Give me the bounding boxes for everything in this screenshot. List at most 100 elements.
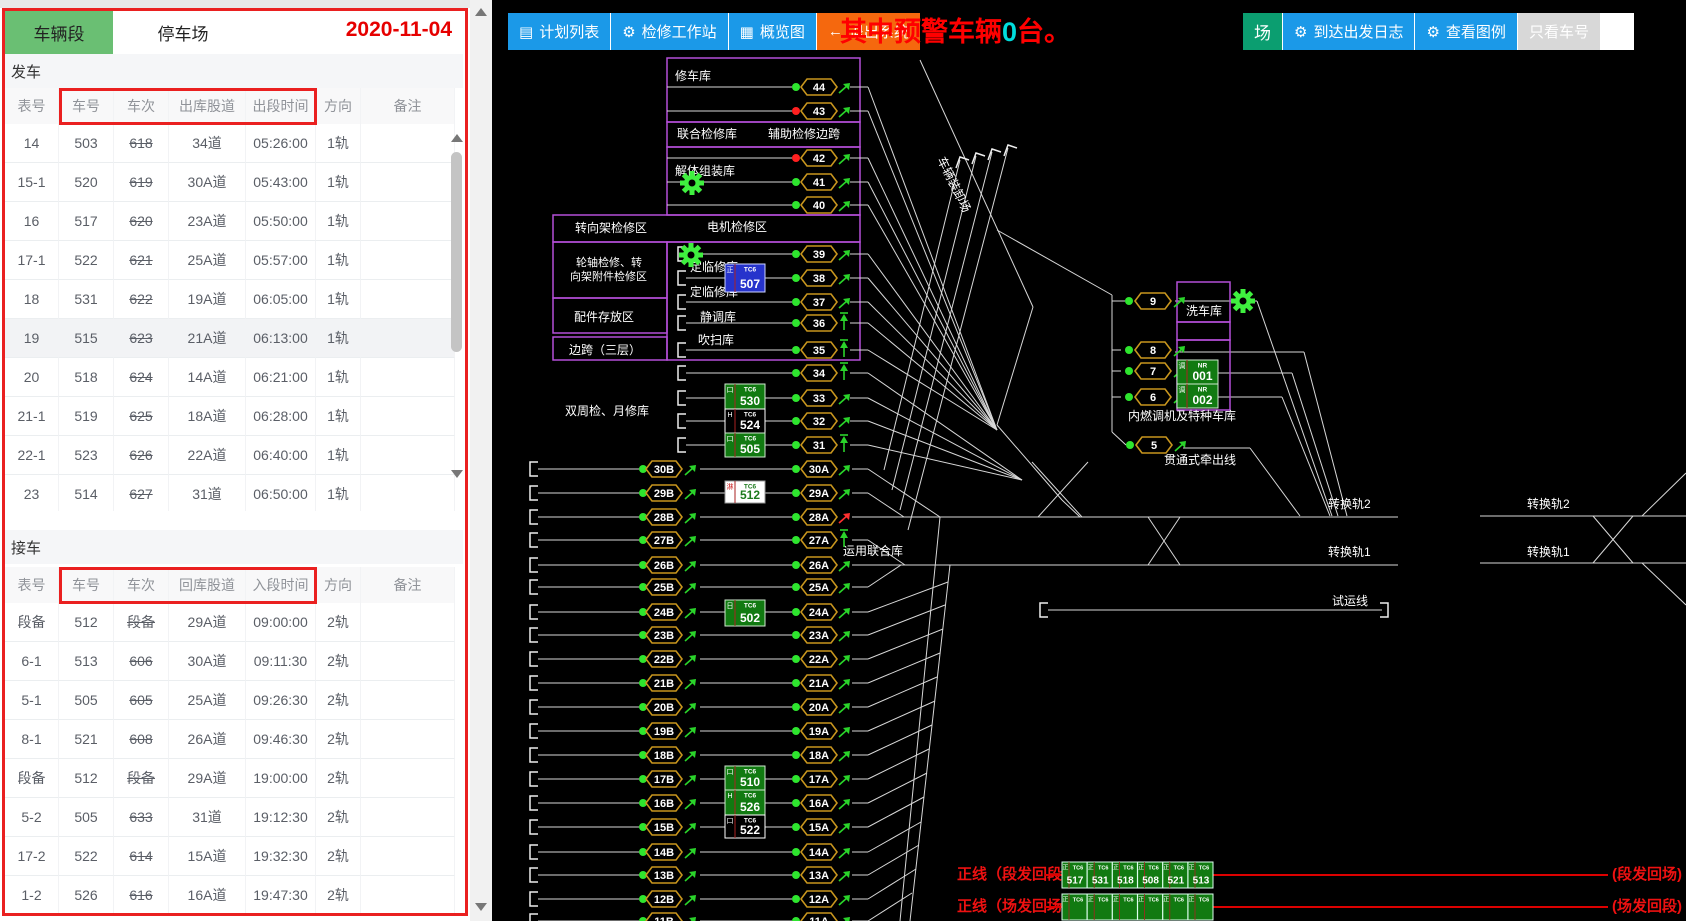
track-badge-22B[interactable]: 22B — [646, 651, 682, 667]
track-badge-24A[interactable]: 24A — [801, 604, 837, 620]
table-row[interactable]: 5-150560525A道09:26:302轨 — [5, 681, 455, 720]
button-检修工作站[interactable]: ⚙检修工作站 — [611, 13, 727, 50]
track-badge-13B[interactable]: 13B — [646, 867, 682, 883]
table-row[interactable]: 1651762023A道05:50:001轨 — [5, 202, 455, 241]
button-场[interactable]: 场 — [1243, 13, 1282, 50]
table-row[interactable]: 21-151962518A道06:28:001轨 — [5, 397, 455, 436]
track-badge-11A[interactable]: 11A — [801, 913, 837, 921]
scroll-up-icon[interactable] — [451, 134, 463, 142]
train-box-001[interactable]: 调NR001 — [1177, 360, 1218, 384]
train-box-507[interactable]: 正TC6507 — [725, 264, 765, 292]
train-box-512[interactable]: 淋TC6512 — [725, 481, 765, 503]
table-row[interactable]: 1951562321A道06:13:001轨 — [5, 319, 455, 358]
train-box-530[interactable]: 口TC6530 — [725, 384, 765, 409]
table-row[interactable]: 1450361834道05:26:001轨 — [5, 124, 455, 163]
track-badge-20B[interactable]: 20B — [646, 699, 682, 715]
track-badge-26B[interactable]: 26B — [646, 557, 682, 573]
table-row[interactable]: 6-151360630A道09:11:302轨 — [5, 642, 455, 681]
depart-table-scrollbar[interactable] — [450, 128, 464, 480]
track-badge-29B[interactable]: 29B — [646, 485, 682, 501]
track-badge-11B[interactable]: 11B — [646, 913, 682, 921]
route-train-box-531[interactable]: 正TC6531 — [1087, 862, 1112, 888]
track-badge-15B[interactable]: 15B — [646, 819, 682, 835]
track-badge-28B[interactable]: 28B — [646, 509, 682, 525]
button-查看图例[interactable]: ⚙查看图例 — [1415, 13, 1516, 50]
track-badge-18A[interactable]: 18A — [801, 747, 837, 763]
track-badge-25A[interactable]: 25A — [801, 579, 837, 595]
table-row[interactable]: 5-250563331道19:12:302轨 — [5, 798, 455, 837]
train-box-002[interactable]: 调NR002 — [1177, 384, 1218, 408]
track-badge-14B[interactable]: 14B — [646, 844, 682, 860]
track-badge-28A[interactable]: 28A — [801, 509, 837, 525]
route-train-box[interactable]: 正TC6 — [1188, 894, 1213, 920]
track-badge-42[interactable]: 42 — [801, 150, 837, 166]
table-row[interactable]: 17-252261415A道19:32:302轨 — [5, 837, 455, 876]
button-计划列表[interactable]: ▤计划列表 — [508, 13, 610, 50]
track-badge-21A[interactable]: 21A — [801, 675, 837, 691]
track-badge-14A[interactable]: 14A — [801, 844, 837, 860]
track-badge-26A[interactable]: 26A — [801, 557, 837, 573]
table-row[interactable]: 2051862414A道06:21:001轨 — [5, 358, 455, 397]
tab-车辆段[interactable]: 车辆段 — [5, 10, 113, 54]
track-badge-5[interactable]: 5 — [1136, 437, 1172, 453]
track-badge-32[interactable]: 32 — [801, 413, 837, 429]
track-badge-6[interactable]: 6 — [1135, 389, 1171, 405]
track-badge-8[interactable]: 8 — [1135, 342, 1171, 358]
track-badge-39[interactable]: 39 — [801, 246, 837, 262]
track-badge-30A[interactable]: 30A — [801, 461, 837, 477]
table-row[interactable]: 22-152362622A道06:40:001轨 — [5, 436, 455, 475]
route-train-box-521[interactable]: 正TC6521 — [1163, 862, 1188, 888]
track-badge-17B[interactable]: 17B — [646, 771, 682, 787]
track-badge-27B[interactable]: 27B — [646, 532, 682, 548]
scroll-thumb[interactable] — [451, 152, 462, 352]
route-train-box[interactable]: 正TC6 — [1138, 894, 1163, 920]
track-badge-21B[interactable]: 21B — [646, 675, 682, 691]
route-train-box[interactable]: 正TC6 — [1062, 894, 1087, 920]
track-badge-16A[interactable]: 16A — [801, 795, 837, 811]
button-概览图[interactable]: ▦概览图 — [729, 13, 816, 50]
track-badge-12A[interactable]: 12A — [801, 891, 837, 907]
track-badge-37[interactable]: 37 — [801, 294, 837, 310]
route-train-box-518[interactable]: 正TC6518 — [1112, 862, 1137, 888]
track-badge-24B[interactable]: 24B — [646, 604, 682, 620]
table-row[interactable]: 2351462731道06:50:001轨 — [5, 475, 455, 511]
blank-box[interactable] — [1601, 13, 1634, 50]
table-row[interactable]: 17-152262125A道05:57:001轨 — [5, 241, 455, 280]
scroll-down-icon[interactable] — [475, 903, 487, 911]
track-badge-13A[interactable]: 13A — [801, 867, 837, 883]
table-row[interactable]: 段备512段备29A道09:00:002轨 — [5, 603, 455, 642]
track-badge-20A[interactable]: 20A — [801, 699, 837, 715]
route-train-box[interactable]: 正TC6 — [1087, 894, 1112, 920]
track-badge-34[interactable]: 34 — [801, 365, 837, 381]
track-badge-23A[interactable]: 23A — [801, 627, 837, 643]
track-badge-41[interactable]: 41 — [801, 174, 837, 190]
table-row[interactable]: 1-252661616A道19:47:302轨 — [5, 876, 455, 913]
track-badge-43[interactable]: 43 — [801, 103, 837, 119]
track-badge-19B[interactable]: 19B — [646, 723, 682, 739]
table-row[interactable]: 15-152061930A道05:43:001轨 — [5, 163, 455, 202]
panel-outer-scrollbar[interactable] — [470, 0, 492, 921]
table-row[interactable]: 1853162219A道06:05:001轨 — [5, 280, 455, 319]
track-badge-7[interactable]: 7 — [1135, 363, 1171, 379]
route-train-box[interactable]: 正TC6 — [1112, 894, 1137, 920]
track-badge-38[interactable]: 38 — [801, 270, 837, 286]
train-box-510[interactable]: 口TC6510 — [725, 766, 765, 790]
train-box-522[interactable]: 口TC6522 — [725, 815, 765, 838]
route-train-box[interactable]: 正TC6 — [1163, 894, 1188, 920]
track-badge-22A[interactable]: 22A — [801, 651, 837, 667]
tab-停车场[interactable]: 停车场 — [113, 10, 253, 54]
track-badge-18B[interactable]: 18B — [646, 747, 682, 763]
track-badge-12B[interactable]: 12B — [646, 891, 682, 907]
track-badge-9[interactable]: 9 — [1135, 293, 1171, 309]
track-badge-19A[interactable]: 19A — [801, 723, 837, 739]
button-到达出发日志[interactable]: ⚙到达出发日志 — [1283, 13, 1414, 50]
track-badge-16B[interactable]: 16B — [646, 795, 682, 811]
track-badge-27A[interactable]: 27A — [801, 532, 837, 548]
route-train-box-517[interactable]: 正TC6517 — [1062, 862, 1087, 888]
track-badge-15A[interactable]: 15A — [801, 819, 837, 835]
track-badge-23B[interactable]: 23B — [646, 627, 682, 643]
track-badge-31[interactable]: 31 — [801, 437, 837, 453]
train-box-502[interactable]: 日TC6502 — [725, 600, 765, 626]
track-badge-33[interactable]: 33 — [801, 390, 837, 406]
track-badge-44[interactable]: 44 — [801, 79, 837, 95]
